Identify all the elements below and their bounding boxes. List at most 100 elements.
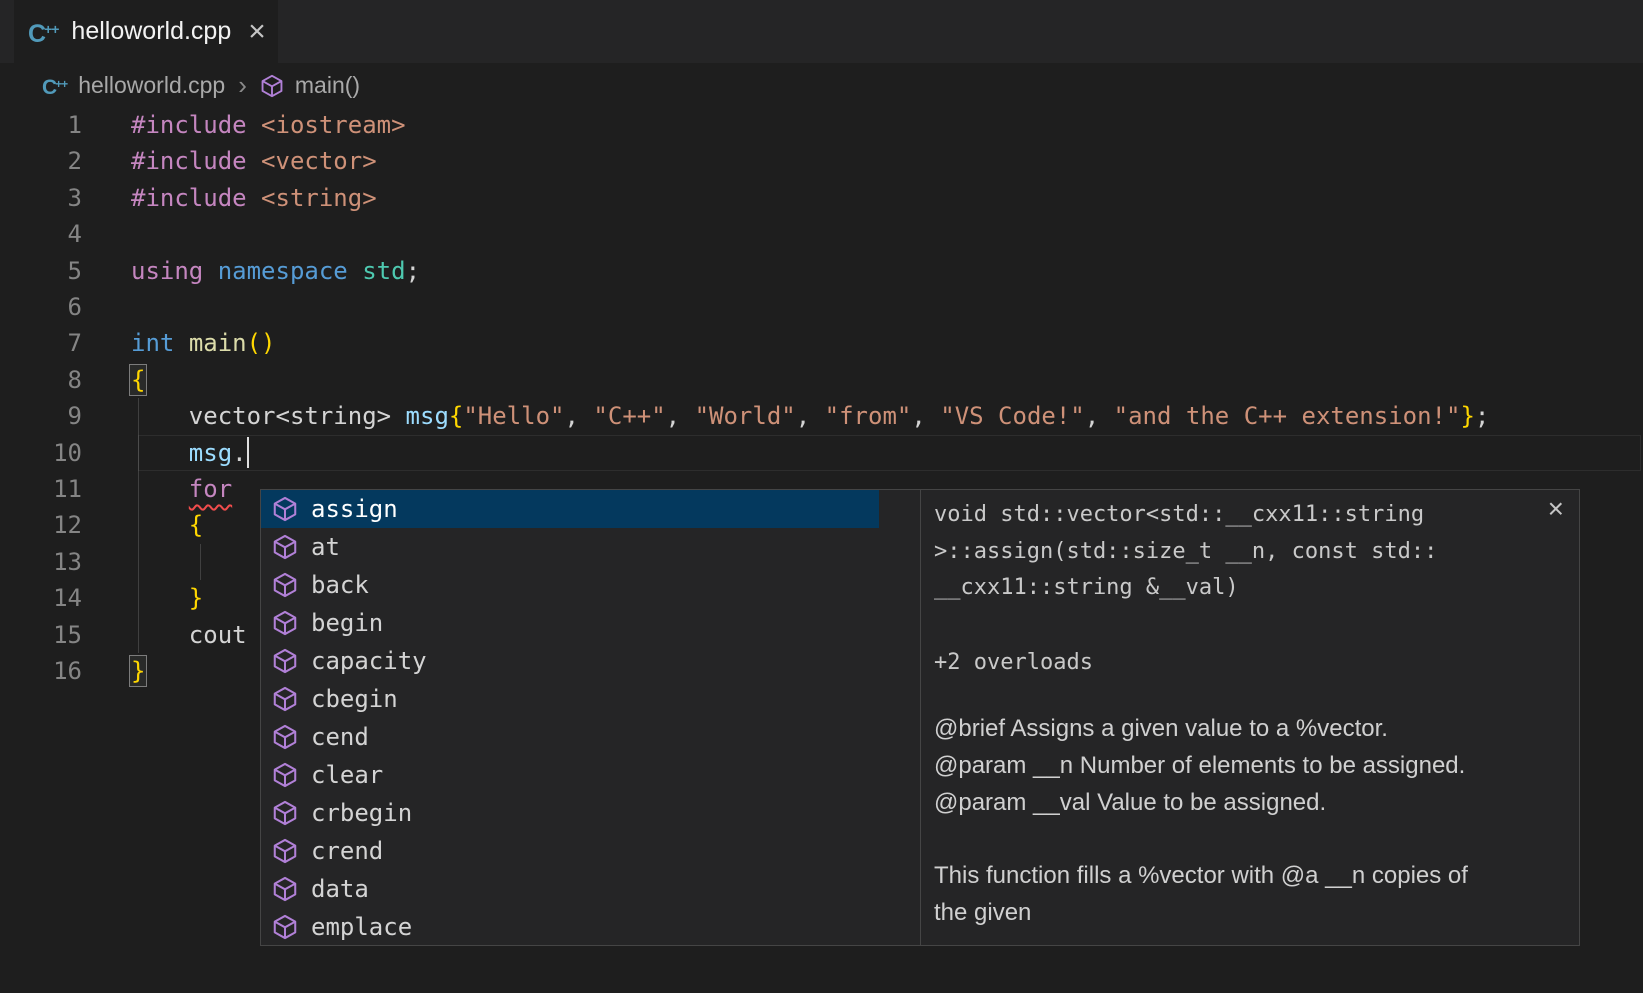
code-token: #include (131, 111, 247, 139)
code-token (247, 147, 261, 175)
suggestion-item-back[interactable]: back (261, 566, 879, 604)
code-text: } (131, 653, 145, 689)
code-token: #include (131, 184, 247, 212)
suggestion-label: cend (311, 723, 369, 751)
code-text: vector<string> msg{"Hello", "C++", "Worl… (131, 398, 1489, 434)
line-number[interactable]: 14 (0, 580, 82, 616)
text-cursor (247, 437, 250, 468)
line-number[interactable]: 10 (0, 435, 82, 471)
suggestion-item-capacity[interactable]: capacity (261, 642, 879, 680)
code-token: () (247, 329, 276, 357)
suggestion-list[interactable]: assign at back begin capacity cbegin cend clear… (261, 490, 920, 945)
code-line[interactable]: 3 #include <string> (0, 180, 1643, 216)
line-number[interactable]: 6 (0, 289, 82, 325)
suggestion-label: at (311, 533, 340, 561)
line-number[interactable]: 7 (0, 325, 82, 361)
suggestion-item-data[interactable]: data (261, 870, 879, 908)
code-token: "C++" (593, 402, 665, 430)
code-token (131, 511, 189, 539)
code-line[interactable]: 1 #include <iostream> (0, 107, 1643, 143)
code-token: { (449, 402, 463, 430)
code-token: std (362, 257, 405, 285)
line-number[interactable]: 13 (0, 544, 82, 580)
suggestion-item-crbegin[interactable]: crbegin (261, 794, 879, 832)
code-line[interactable]: 8{ (0, 362, 1643, 398)
function-signature: void std::vector<std::__cxx11::string>::… (934, 497, 1535, 607)
code-line[interactable]: 10 msg. (0, 435, 1643, 471)
code-token: <string> (261, 184, 377, 212)
code-line[interactable]: 7int main() (0, 325, 1643, 361)
suggestion-docs-panel: void std::vector<std::__cxx11::string>::… (920, 490, 1579, 945)
code-line[interactable]: 6 (0, 289, 1643, 325)
code-token: namespace (218, 257, 348, 285)
suggestion-item-cend[interactable]: cend (261, 718, 879, 756)
doc-line: @param __val Value to be assigned. (934, 785, 1535, 822)
suggestion-label: clear (311, 761, 383, 789)
breadcrumb-symbol[interactable]: main() (295, 72, 360, 99)
method-cube-icon (272, 914, 298, 940)
suggestion-label: capacity (311, 647, 427, 675)
tab-bar: C++ helloworld.cpp × (0, 0, 1643, 63)
line-number[interactable]: 9 (0, 398, 82, 434)
method-cube-icon (272, 610, 298, 636)
code-token: } (1460, 402, 1474, 430)
line-number[interactable]: 11 (0, 471, 82, 507)
line-number[interactable]: 3 (0, 180, 82, 216)
line-number[interactable]: 4 (0, 216, 82, 252)
code-line[interactable]: 4 (0, 216, 1643, 252)
code-line[interactable]: 2 #include <vector> (0, 143, 1643, 179)
method-cube-icon (272, 534, 298, 560)
code-token: "VS Code!" (940, 402, 1085, 430)
line-number[interactable]: 15 (0, 617, 82, 653)
suggestion-item-crend[interactable]: crend (261, 832, 879, 870)
code-token (131, 439, 189, 467)
doc-line: This function fills a %vector with @a __… (934, 858, 1535, 895)
signature-line: __cxx11::string &__val) (934, 570, 1535, 607)
code-token: "Hello" (463, 402, 564, 430)
suggestion-label: data (311, 875, 369, 903)
suggestion-label: back (311, 571, 369, 599)
suggestion-item-clear[interactable]: clear (261, 756, 879, 794)
line-number[interactable]: 16 (0, 653, 82, 689)
code-token: } (189, 584, 203, 612)
method-cube-icon (272, 800, 298, 826)
method-cube-icon (260, 74, 284, 98)
code-text: msg. (131, 435, 249, 471)
line-number[interactable]: 5 (0, 253, 82, 289)
code-token: using (131, 257, 203, 285)
cpp-file-icon: C++ (42, 72, 67, 100)
current-line-highlight (138, 435, 1641, 471)
suggestion-item-emplace[interactable]: emplace (261, 908, 879, 945)
close-icon[interactable]: × (1548, 495, 1564, 523)
code-token: , (565, 402, 594, 430)
line-number[interactable]: 12 (0, 507, 82, 543)
code-line[interactable]: 5using namespace std; (0, 253, 1643, 289)
code-text: #include <vector> (131, 143, 377, 179)
code-line[interactable]: 9 vector<string> msg{"Hello", "C++", "Wo… (0, 398, 1643, 434)
code-token: <iostream> (261, 111, 406, 139)
code-token: for (189, 475, 232, 503)
code-token: , (796, 402, 825, 430)
suggestion-label: begin (311, 609, 383, 637)
suggestion-item-cbegin[interactable]: cbegin (261, 680, 879, 718)
code-token: cout (131, 621, 247, 649)
suggestion-item-at[interactable]: at (261, 528, 879, 566)
tab-close-icon[interactable]: × (248, 17, 266, 47)
intellisense-suggest-widget: assign at back begin capacity cbegin cend clear… (260, 489, 1580, 946)
code-text: #include <iostream> (131, 107, 406, 143)
code-token (203, 257, 217, 285)
line-number[interactable]: 8 (0, 362, 82, 398)
signature-line: >::assign(std::size_t __n, const std:: (934, 534, 1535, 571)
suggestion-item-begin[interactable]: begin (261, 604, 879, 642)
breadcrumb-file[interactable]: helloworld.cpp (78, 72, 225, 99)
tab-helloworld-cpp[interactable]: C++ helloworld.cpp × (14, 0, 278, 63)
code-token: , (1085, 402, 1114, 430)
code-text: #include <string> (131, 180, 377, 216)
suggestion-label: assign (311, 495, 398, 523)
code-token: vector<string> (131, 402, 406, 430)
suggestion-item-assign[interactable]: assign (261, 490, 879, 528)
line-number[interactable]: 1 (0, 107, 82, 143)
tab-title: helloworld.cpp (71, 17, 231, 46)
code-token (247, 111, 261, 139)
line-number[interactable]: 2 (0, 143, 82, 179)
